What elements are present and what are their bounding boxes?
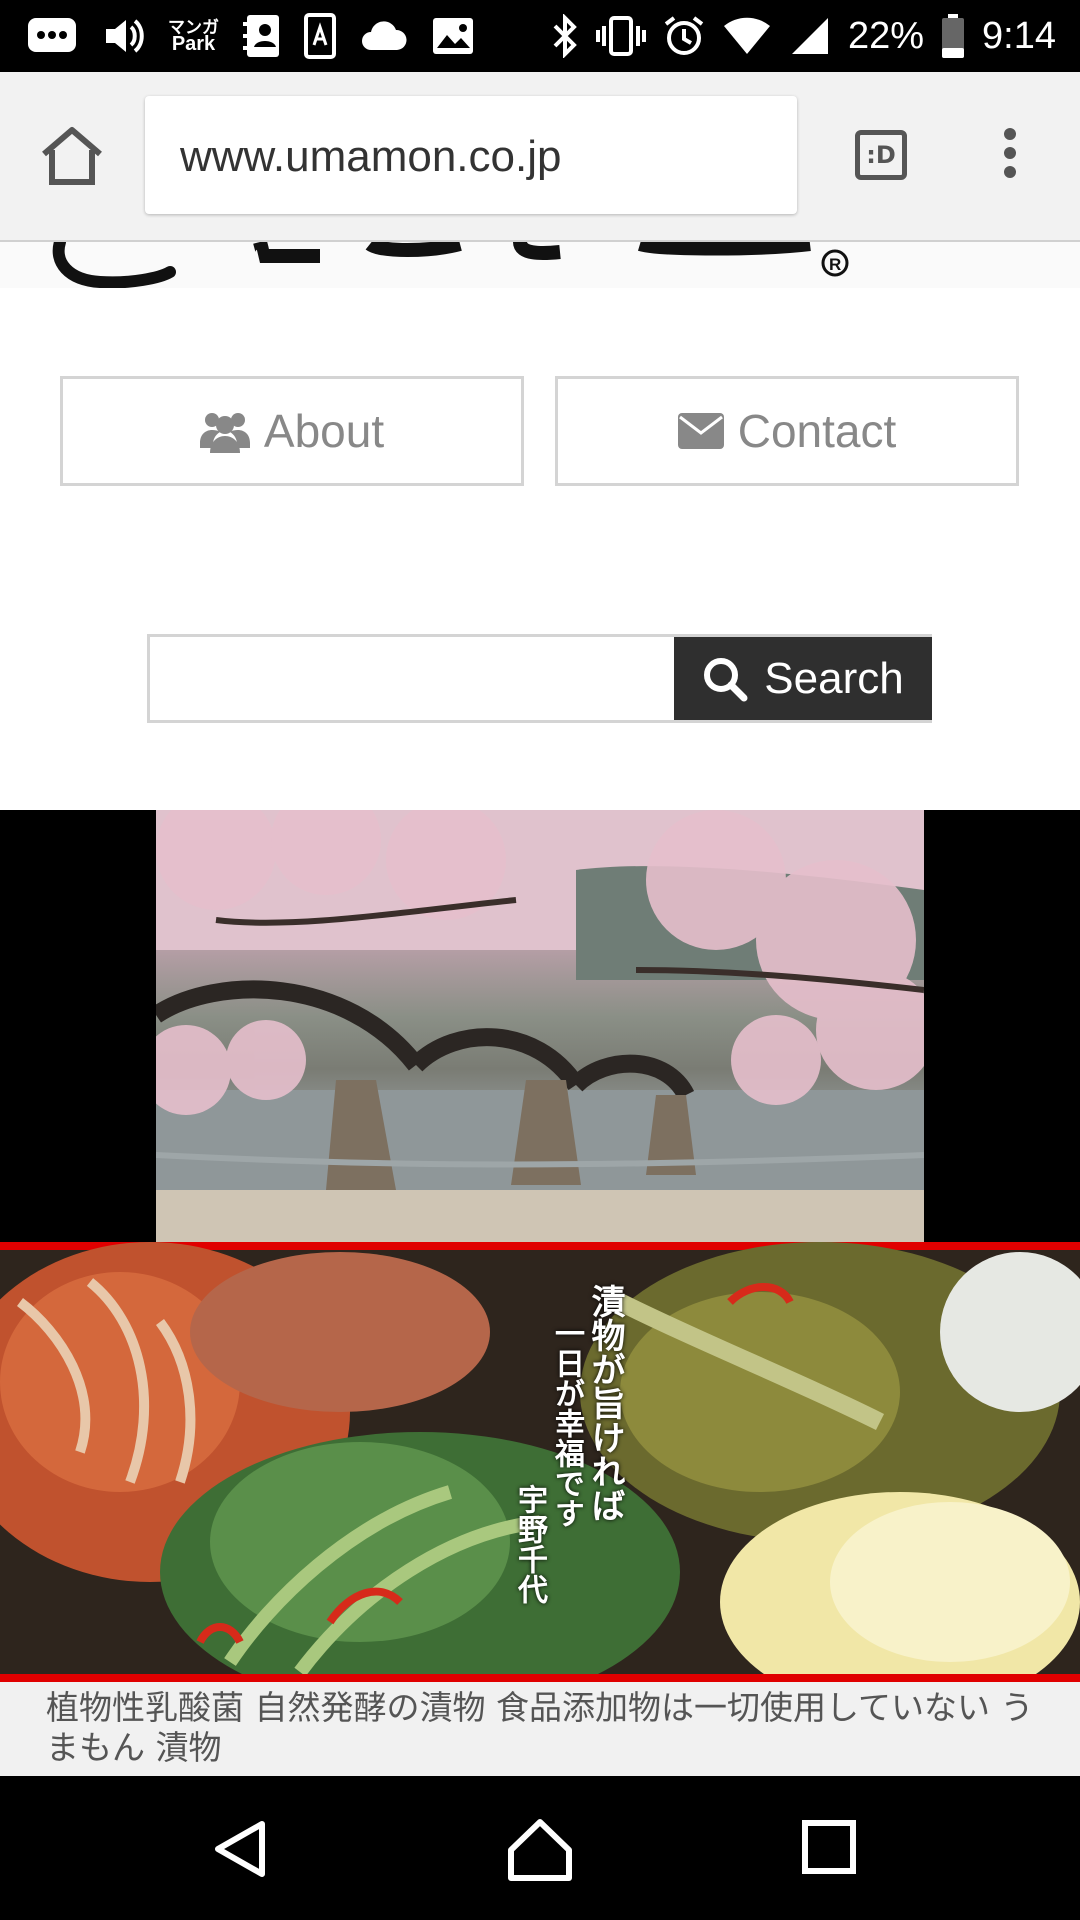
home-nav-icon[interactable] [505, 1816, 575, 1882]
gallery-icon [433, 18, 473, 54]
manga-park-icon: マンガ Park [168, 18, 219, 55]
svg-text:R: R [829, 255, 841, 274]
cloud-icon [362, 21, 407, 50]
bluetooth-icon [553, 14, 577, 58]
poem-line-2: 一日が幸福です [549, 1318, 584, 1528]
about-label: About [263, 405, 385, 457]
battery-icon [942, 14, 965, 58]
poem-text: 漬物が旨ければ 一日が幸福です 宇野千代 [512, 1284, 625, 1604]
search-icon [704, 657, 748, 701]
kintai-bridge-photo [156, 810, 924, 1242]
signal-icon [791, 18, 828, 54]
search-button-label: Search [764, 653, 904, 703]
wifi-icon [723, 17, 770, 54]
pickles-banner[interactable]: 漬物が旨ければ 一日が幸福です 宇野千代 [0, 1242, 1080, 1682]
poem-author: 宇野千代 [512, 1484, 547, 1604]
contact-label: Contact [737, 405, 897, 457]
banner-bottom-border [0, 1674, 1080, 1682]
site-logo[interactable]: R [0, 242, 1080, 288]
back-icon[interactable] [210, 1818, 272, 1880]
users-icon [199, 413, 250, 453]
site-description: 植物性乳酸菌 自然発酵の漬物 食品添加物は一切使用していない うまもん 漬物 [0, 1682, 1080, 1776]
vibrate-icon [595, 16, 646, 56]
poem-line-1: 漬物が旨ければ [585, 1284, 625, 1522]
contacts-icon [243, 15, 279, 57]
about-button[interactable]: About [60, 376, 524, 486]
font-app-icon [304, 13, 336, 59]
battery-percent: 22% [847, 14, 925, 57]
url-field[interactable]: www.umamon.co.jp [145, 96, 797, 214]
contact-button[interactable]: Contact [555, 376, 1019, 486]
search-input[interactable] [150, 637, 672, 720]
system-nav-bar [0, 1776, 1080, 1920]
hero-banner[interactable] [0, 810, 1080, 1242]
logo-fragment-icon: R [52, 242, 849, 288]
alarm-icon [664, 16, 704, 55]
status-bar: マンガ Park 22% 9:14 [0, 0, 1080, 72]
tab-switcher-button[interactable]: :D [855, 130, 907, 180]
message-icon [28, 18, 76, 52]
search-form: Search [147, 634, 932, 723]
browser-toolbar: www.umamon.co.jp :D [0, 72, 1080, 242]
system-status: 22% 9:14 [550, 10, 1056, 62]
search-button[interactable]: Search [674, 637, 932, 720]
url-text[interactable]: www.umamon.co.jp [180, 132, 561, 182]
home-icon[interactable] [38, 124, 106, 188]
caption-text: 植物性乳酸菌 自然発酵の漬物 食品添加物は一切使用していない うまもん 漬物 [46, 1688, 1034, 1767]
clock: 9:14 [982, 14, 1056, 57]
notification-icons: マンガ Park [24, 10, 475, 62]
envelope-icon [677, 413, 724, 449]
recents-icon[interactable] [800, 1818, 858, 1876]
volume-icon [106, 19, 144, 53]
overflow-menu-icon[interactable] [990, 128, 1030, 184]
